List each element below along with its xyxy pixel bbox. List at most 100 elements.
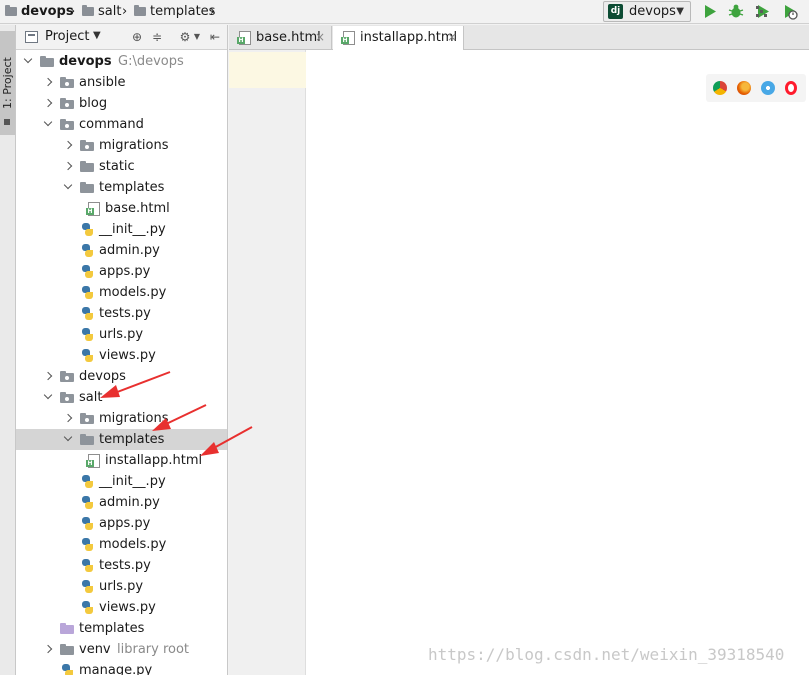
chevron-down-icon[interactable] [23,51,35,72]
collapse-all-icon[interactable]: ≑ [150,30,164,44]
tree-file-item[interactable]: manage.py [16,660,227,675]
chevron-down-icon[interactable]: ▼ [190,30,204,44]
breadcrumb-item-templates[interactable]: templates [134,3,215,21]
tree-folder-item[interactable]: blog [16,93,227,114]
chevron-down-icon[interactable]: ▼ [93,30,101,41]
chevron-down-icon[interactable] [63,429,75,450]
locate-file-icon[interactable]: ⊕ [130,30,144,44]
chevron-right-icon[interactable] [63,408,75,429]
chevron-right-icon[interactable] [43,93,55,114]
chevron-down-icon[interactable] [63,177,75,198]
hide-panel-icon[interactable]: ⇤ [208,30,222,44]
tree-item-label: static [99,159,135,174]
breadcrumb-separator: › [210,4,216,19]
breadcrumb-item-salt[interactable]: salt [82,3,121,21]
python-file-icon [60,664,74,675]
run-with-coverage-icon[interactable] [755,3,771,20]
tree-folder-item[interactable]: templates [16,177,227,198]
chevron-right-icon[interactable] [63,156,75,177]
tree-file-item[interactable]: models.py [16,282,227,303]
close-icon[interactable]: × [315,26,325,49]
tree-item-label: devops [59,54,112,69]
tree-folder-item[interactable]: ansible [16,72,227,93]
tree-folder-item[interactable]: templates [16,429,227,450]
chevron-down-icon[interactable] [43,387,55,408]
tree-file-item[interactable]: apps.py [16,513,227,534]
python-file-icon [80,580,94,593]
chevron-down-icon[interactable] [43,114,55,135]
tree-folder-item[interactable]: static [16,156,227,177]
tree-file-item[interactable]: models.py [16,534,227,555]
editor-tab-bar: base.html × installapp.html × [229,25,809,51]
chevron-right-icon[interactable] [43,639,55,660]
tree-folder-item[interactable]: devops [16,366,227,387]
tree-file-item[interactable]: urls.py [16,576,227,597]
tree-file-item[interactable]: __init__.py [16,219,227,240]
tree-folder-item[interactable]: migrations [16,408,227,429]
tree-file-item[interactable]: urls.py [16,324,227,345]
code-editor[interactable] [229,50,809,675]
folder-icon [5,5,17,16]
tree-item-label: __init__.py [99,222,166,237]
run-configuration-select[interactable]: dj devops ▼ [603,1,691,22]
folder-icon [40,55,54,68]
tree-item-label: models.py [99,285,167,300]
tree-folder-item[interactable]: command [16,114,227,135]
tab-installapp-html[interactable]: installapp.html × [333,26,464,51]
opera-icon[interactable] [785,81,797,95]
python-file-icon [80,475,94,488]
python-file-icon [80,286,94,299]
tree-file-item[interactable]: views.py [16,345,227,366]
tree-item-label: migrations [99,411,169,426]
python-file-icon [80,223,94,236]
tree-folder-item[interactable]: venv library root [16,639,227,660]
tree-folder-item[interactable]: templates [16,618,227,639]
html-file-icon [341,31,355,45]
tree-item-label: __init__.py [99,474,166,489]
chevron-right-icon[interactable] [43,366,55,387]
html-file-icon [237,31,251,45]
chrome-icon[interactable] [713,81,727,95]
tree-item-label: salt [79,390,103,405]
tree-item-label: installapp.html [105,453,203,468]
breadcrumb-item-devops[interactable]: devops [5,3,74,21]
debug-icon[interactable] [728,3,744,20]
templates-folder-icon [60,622,74,635]
tree-item-label: templates [99,432,165,447]
close-icon[interactable]: × [447,26,457,49]
run-icon[interactable] [702,3,718,20]
tree-file-item[interactable]: tests.py [16,303,227,324]
tree-item-hint: library root [117,642,190,657]
tree-file-item[interactable]: apps.py [16,261,227,282]
tree-item-label: manage.py [79,663,153,675]
editor-gutter [229,50,306,675]
tree-file-item[interactable]: tests.py [16,555,227,576]
tree-file-item[interactable]: admin.py [16,492,227,513]
firefox-icon[interactable] [737,81,751,95]
open-in-browser-toolbar [706,74,806,102]
chevron-right-icon[interactable] [63,135,75,156]
tree-folder-item[interactable]: migrations [16,135,227,156]
safari-icon[interactable] [761,81,775,95]
python-file-icon [80,244,94,257]
tab-base-html[interactable]: base.html × [229,26,332,50]
tree-folder-item[interactable]: devops G:\devops [16,51,227,72]
project-view-icon [25,31,38,43]
tree-file-item[interactable]: admin.py [16,240,227,261]
tree-file-item[interactable]: __init__.py [16,471,227,492]
tree-item-label: tests.py [99,306,151,321]
tree-file-item[interactable]: views.py [16,597,227,618]
navigation-bar: devops › salt › templates › dj devops ▼ [0,0,809,24]
tree-folder-item[interactable]: salt [16,387,227,408]
profile-icon[interactable] [782,3,798,20]
chevron-right-icon[interactable] [43,72,55,93]
project-view-select[interactable]: Project [45,29,89,44]
tree-file-item[interactable]: base.html [16,198,227,219]
tree-item-label: venv [79,642,111,657]
tree-file-item[interactable]: installapp.html [16,450,227,471]
project-tool-tab[interactable]: 1: Project [0,31,15,135]
python-file-icon [80,601,94,614]
folder-icon [80,160,94,173]
tool-window-strip: 1: Project [0,25,16,675]
python-file-icon [80,559,94,572]
